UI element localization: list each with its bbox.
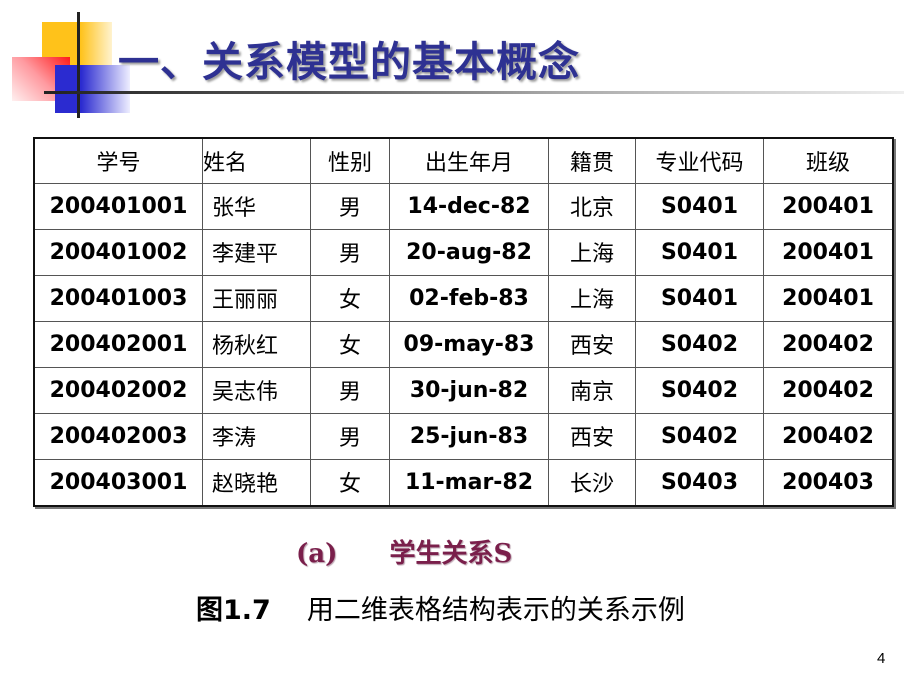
cell-native-place: 西安 <box>548 413 636 460</box>
figure-caption: 图1.7 用二维表格结构表示的关系示例 <box>196 588 685 627</box>
title-underline-divider <box>44 91 904 94</box>
cell-birth-date: 20-aug-82 <box>389 229 549 276</box>
cell-student-id: 200401001 <box>33 183 203 230</box>
cell-student-id: 200402001 <box>33 321 203 368</box>
figure-title: 用二维表格结构表示的关系示例 <box>306 595 685 626</box>
cell-native-place: 北京 <box>548 183 636 230</box>
cell-birth-date: 30-jun-82 <box>389 367 549 414</box>
cell-major-code: S0403 <box>635 459 764 507</box>
cell-name: 王丽丽 <box>202 275 311 322</box>
header-class: 班级 <box>763 137 894 184</box>
header-student-id: 学号 <box>33 137 203 184</box>
cell-gender: 男 <box>310 367 390 414</box>
cell-major-code: S0401 <box>635 275 764 322</box>
cell-class: 200401 <box>763 183 894 230</box>
cell-native-place: 西安 <box>548 321 636 368</box>
header-birth-date: 出生年月 <box>389 137 549 184</box>
cell-birth-date: 09-may-83 <box>389 321 549 368</box>
cell-birth-date: 25-jun-83 <box>389 413 549 460</box>
cell-name: 李建平 <box>202 229 311 276</box>
logo-vertical-line <box>77 12 80 118</box>
cell-class: 200403 <box>763 459 894 507</box>
cell-name: 吴志伟 <box>202 367 311 414</box>
cell-name: 张华 <box>202 183 311 230</box>
cell-major-code: S0402 <box>635 321 764 368</box>
cell-major-code: S0401 <box>635 183 764 230</box>
table-row: 200401002 李建平男 20-aug-82 上海 S0401 200401 <box>33 229 894 276</box>
cell-name: 李涛 <box>202 413 311 460</box>
cell-name: 杨秋红 <box>202 321 311 368</box>
cell-gender: 女 <box>310 459 390 507</box>
cell-major-code: S0401 <box>635 229 764 276</box>
subfigure-label: (a) <box>296 539 338 569</box>
cell-student-id: 200401002 <box>33 229 203 276</box>
cell-class: 200401 <box>763 275 894 322</box>
cell-student-id: 200402002 <box>33 367 203 414</box>
cell-native-place: 南京 <box>548 367 636 414</box>
cell-class: 200402 <box>763 413 894 460</box>
cell-student-id: 200403001 <box>33 459 203 507</box>
cell-native-place: 长沙 <box>548 459 636 507</box>
student-relation-table: 学号 姓名 性别 出生年月 籍贯 专业代码 班级 200401001 张华男 14-… <box>33 137 894 507</box>
cell-major-code: S0402 <box>635 367 764 414</box>
cell-class: 200402 <box>763 321 894 368</box>
cell-student-id: 200402003 <box>33 413 203 460</box>
cell-gender: 男 <box>310 183 390 230</box>
slide-title: 一、关系模型的基本概念 <box>118 38 580 86</box>
cell-birth-date: 11-mar-82 <box>389 459 549 507</box>
cell-gender: 男 <box>310 413 390 460</box>
subfigure-title: 学生关系S <box>389 539 513 569</box>
table-row: 200401001 张华男 14-dec-82 北京 S0401 200401 <box>33 183 894 230</box>
table-row: 200402002 吴志伟男 30-jun-82 南京 S0402 200402 <box>33 367 894 414</box>
cell-name: 赵晓艳 <box>202 459 311 507</box>
cell-class: 200401 <box>763 229 894 276</box>
page-number: 4 <box>877 650 886 667</box>
subfigure-caption: (a) 学生关系S <box>296 533 512 570</box>
cell-gender: 女 <box>310 275 390 322</box>
cell-major-code: S0402 <box>635 413 764 460</box>
table-row: 200402003 李涛男 25-jun-83 西安 S0402 200402 <box>33 413 894 460</box>
cell-class: 200402 <box>763 367 894 414</box>
cell-native-place: 上海 <box>548 275 636 322</box>
figure-label: 图1.7 <box>196 595 271 626</box>
table-header-row: 学号 姓名 性别 出生年月 籍贯 专业代码 班级 <box>33 137 894 184</box>
header-gender: 性别 <box>310 137 390 184</box>
cell-gender: 女 <box>310 321 390 368</box>
header-native-place: 籍贯 <box>548 137 636 184</box>
table-row: 200401003 王丽丽女 02-feb-83 上海 S0401 200401 <box>33 275 894 322</box>
cell-gender: 男 <box>310 229 390 276</box>
table-row: 200402001 杨秋红女 09-may-83 西安 S0402 200402 <box>33 321 894 368</box>
cell-birth-date: 14-dec-82 <box>389 183 549 230</box>
cell-student-id: 200401003 <box>33 275 203 322</box>
cell-native-place: 上海 <box>548 229 636 276</box>
cell-birth-date: 02-feb-83 <box>389 275 549 322</box>
header-major-code: 专业代码 <box>635 137 764 184</box>
table-row: 200403001 赵晓艳女 11-mar-82 长沙 S0403 200403 <box>33 459 894 507</box>
header-name: 姓名 <box>202 137 311 184</box>
